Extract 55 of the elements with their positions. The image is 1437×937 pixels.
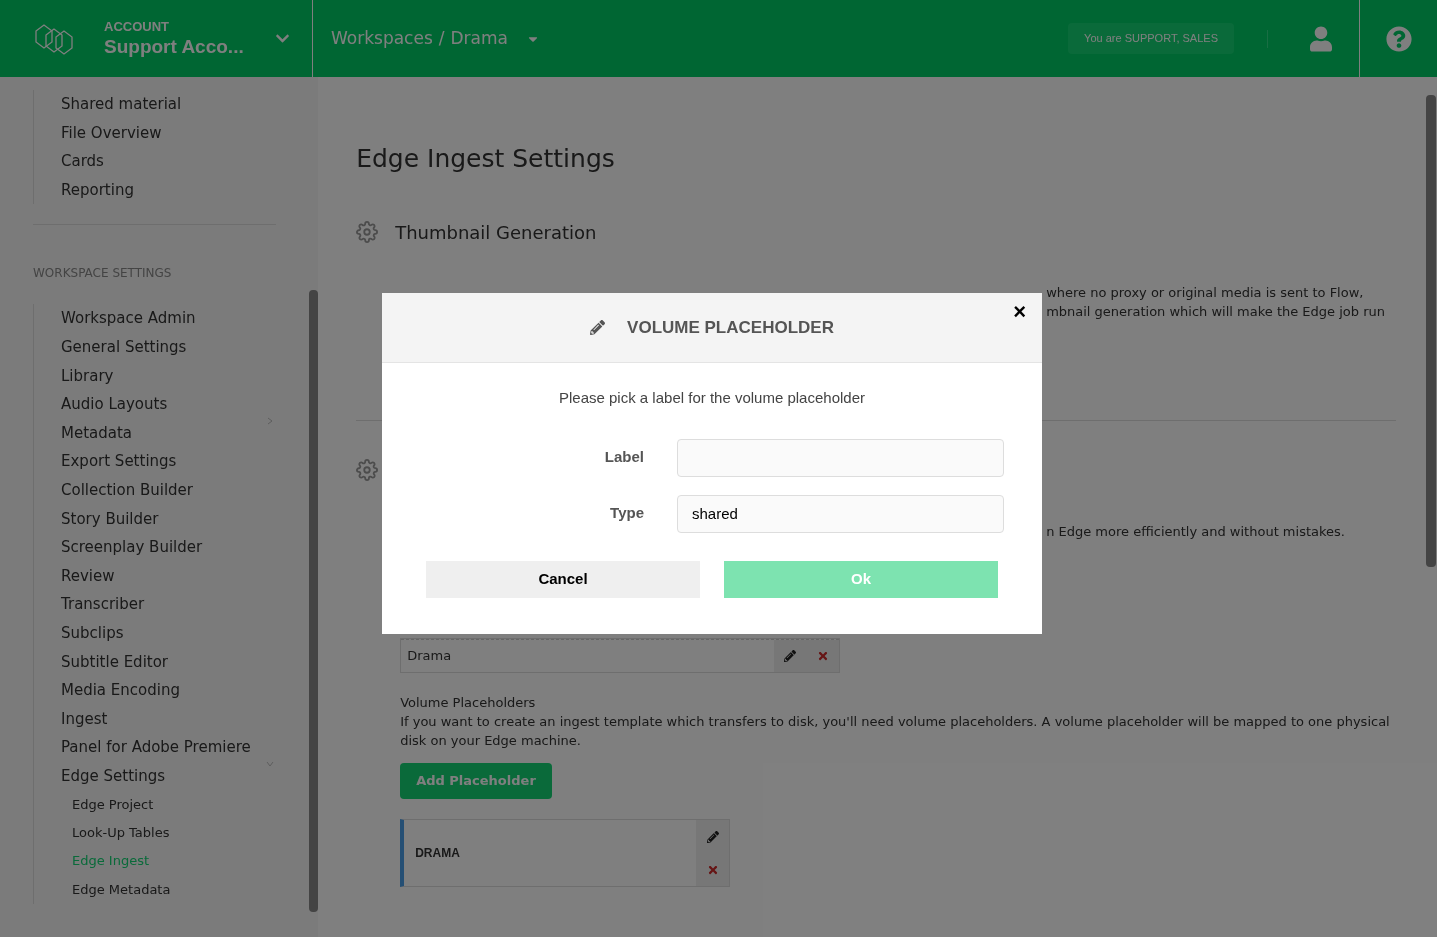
table-cell-text: Drama	[406, 647, 453, 666]
sidebar-item[interactable]: Export Settings	[61, 450, 177, 473]
sidebar-item[interactable]: Subtitle Editor	[61, 650, 169, 674]
text-field[interactable]	[677, 438, 1004, 477]
text-field[interactable]: shared	[677, 494, 1004, 533]
delete-icon[interactable]	[816, 650, 829, 662]
sidebar-item[interactable]: Workspace Admin	[61, 307, 196, 330]
sidebar-item[interactable]: General Settings	[61, 336, 187, 359]
sidebar-item[interactable]: Media Encoding	[61, 679, 180, 702]
sidebar-item[interactable]: Cards	[61, 150, 104, 173]
sidebar-item[interactable]: Reporting	[61, 178, 134, 202]
field-label: Label	[603, 447, 644, 468]
breadcrumb-separator: /	[438, 26, 445, 50]
edit-icon[interactable]	[706, 830, 719, 843]
sidebar-item[interactable]: Subclips	[61, 621, 124, 645]
modal-prompt: Please pick a label for the volume placeholder	[558, 388, 866, 408]
sidebar-item[interactable]: Story Builder	[61, 507, 159, 531]
sidebar-item[interactable]: File Overview	[61, 121, 162, 145]
gear-icon	[356, 221, 379, 243]
account-name: Support Acco...	[104, 34, 245, 59]
sidebar-subitem[interactable]: Look-Up Tables	[72, 823, 170, 843]
description-text: where no proxy or original media is sent to Flow,	[1046, 284, 1365, 302]
account-label: ACCOUNT	[104, 18, 170, 35]
cancel-button[interactable]: Cancel	[426, 560, 700, 598]
caret-down-icon[interactable]	[266, 760, 276, 769]
field-label: Type	[609, 503, 644, 524]
edit-icon[interactable]	[784, 650, 797, 662]
edit-icon	[590, 320, 606, 335]
description-text: n Edge more efficiently and without mistakes.	[1045, 523, 1346, 541]
sidebar-item[interactable]: Screenplay Builder	[61, 536, 203, 559]
placeholder-name: DRAMA	[414, 845, 461, 862]
sidebar-subitem[interactable]: Edge Metadata	[72, 879, 171, 900]
sidebar-item[interactable]: Panel for Adobe Premiere	[61, 736, 251, 759]
modal-title: VOLUME PLACEHOLDER	[627, 316, 834, 339]
help-icon[interactable]	[1385, 25, 1412, 52]
delete-icon[interactable]	[706, 863, 719, 876]
description-text: If you want to create an ingest template which transfers to disk, you'll need volume placeholders. A volume placeholder will be mapped to one physical disk on your Edge machine.	[400, 713, 1391, 750]
sidebar-item[interactable]: Transcriber	[61, 593, 145, 616]
sidebar-item[interactable]: Collection Builder	[61, 479, 193, 502]
sidebar-subitem[interactable]: Edge Project	[72, 794, 154, 815]
section-heading: Thumbnail Generation	[395, 220, 597, 245]
role-badge: You are SUPPORT, SALES	[1068, 23, 1234, 54]
page-title: Edge Ingest Settings	[356, 143, 616, 175]
sidebar-item[interactable]: Library	[61, 364, 114, 388]
sidebar-item[interactable]: Review	[61, 564, 115, 588]
sidebar-item[interactable]: Audio Layouts	[61, 393, 168, 416]
sidebar-item[interactable]: Shared material	[61, 93, 182, 116]
gear-icon	[356, 459, 379, 481]
sidebar-item[interactable]: Ingest	[61, 707, 108, 731]
sidebar-item[interactable]: Edge Settings	[61, 764, 166, 788]
close-button[interactable]: ×	[1013, 301, 1026, 323]
user-icon[interactable]	[1310, 25, 1332, 52]
description-text: mbnail generation which will make the Edge job run	[1046, 303, 1386, 321]
sidebar-item[interactable]: Metadata	[61, 421, 133, 445]
subsection-heading: Volume Placeholders	[400, 694, 537, 712]
